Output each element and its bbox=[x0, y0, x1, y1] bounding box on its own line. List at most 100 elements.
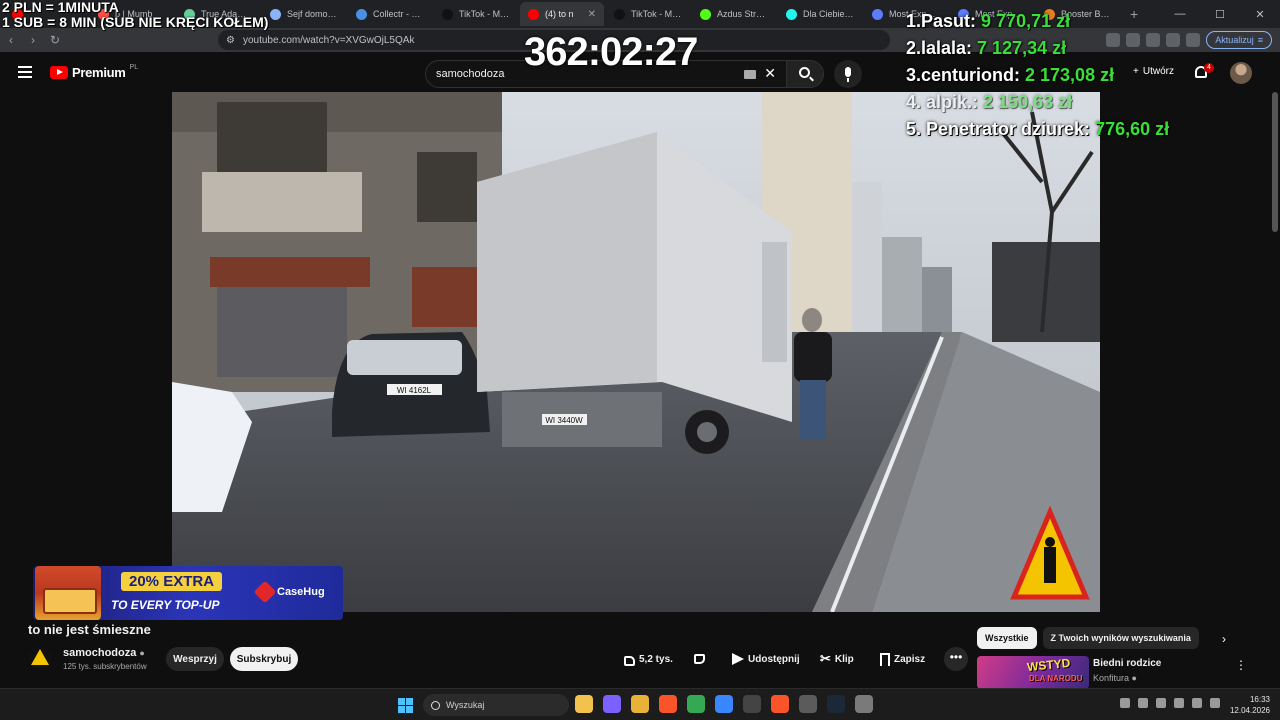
keyboard-icon[interactable] bbox=[744, 70, 756, 79]
copilot-icon[interactable] bbox=[603, 695, 621, 713]
microphone-icon bbox=[845, 67, 851, 82]
video-player[interactable]: WI 4162L WI 3440W bbox=[172, 92, 1100, 612]
browser-tab[interactable]: Azdus Stream bbox=[692, 2, 776, 26]
browser-tab[interactable]: Collectr - Track bbox=[348, 2, 432, 26]
video-frame-street-scene: WI 4162L WI 3440W bbox=[172, 92, 1100, 612]
tab-favicon-icon bbox=[872, 8, 883, 20]
subathon-timer: 362:02:27 bbox=[524, 30, 698, 74]
tab-title: (4) to n bbox=[545, 9, 574, 19]
screen: b | MumbTrue Adam ChaSejf domowy hCollec… bbox=[0, 0, 1280, 720]
donor-name: 5. Penetrator dziurek: bbox=[906, 119, 1096, 139]
thumbs-down-icon bbox=[694, 654, 705, 664]
chevron-right-icon[interactable]: › bbox=[1222, 632, 1226, 646]
windows-start-icon[interactable] bbox=[398, 698, 413, 713]
search-button[interactable] bbox=[786, 60, 824, 88]
browser-tab[interactable]: Sejf domowy h bbox=[262, 2, 346, 26]
donor-name: 2.lalala: bbox=[906, 38, 978, 58]
update-button[interactable]: Aktualizuj ≡ bbox=[1206, 31, 1272, 49]
dislike-button[interactable] bbox=[694, 647, 705, 671]
brave-alt-icon[interactable] bbox=[771, 695, 789, 713]
url-text: youtube.com/watch?v=XVGwOjL5QAk bbox=[242, 34, 415, 46]
like-button[interactable]: 5,2 tys. bbox=[624, 647, 673, 671]
channel-name[interactable]: samochodoza ● bbox=[63, 647, 145, 659]
voice-search-button[interactable] bbox=[834, 60, 862, 88]
store-icon[interactable] bbox=[715, 695, 733, 713]
folder-icon[interactable] bbox=[631, 695, 649, 713]
donor-name: 1.Pasut: bbox=[906, 11, 982, 31]
youtube-logo[interactable]: Premium PL bbox=[50, 64, 138, 80]
tray-app-icon[interactable] bbox=[1138, 698, 1148, 708]
taskbar-clock[interactable]: 16:33 12.04.2026 bbox=[1230, 694, 1270, 716]
donation-amount: 9 770,71 zł bbox=[981, 11, 1071, 31]
display-icon[interactable] bbox=[1192, 698, 1202, 708]
account-avatar[interactable] bbox=[1230, 62, 1252, 84]
more-options-icon[interactable]: ⋮ bbox=[1235, 658, 1247, 672]
recommendation-thumbnail[interactable]: WSTYD DLA NARODU bbox=[977, 656, 1089, 689]
save-button[interactable]: Zapisz bbox=[880, 647, 925, 671]
site-info-icon[interactable]: ⚙ bbox=[226, 35, 235, 46]
donation-amount: 776,60 zł bbox=[1095, 119, 1170, 139]
subscribe-button[interactable]: Subskrybuj bbox=[230, 647, 298, 671]
obs-icon[interactable] bbox=[743, 695, 761, 713]
back-icon[interactable]: ‹ bbox=[0, 33, 22, 47]
calculator-icon[interactable] bbox=[799, 695, 817, 713]
filter-chip[interactable]: Z Twoich wyników wyszukiwania bbox=[1042, 627, 1199, 649]
youtube-play-icon bbox=[50, 66, 68, 79]
subscriber-count: 125 tys. subskrybentów bbox=[63, 662, 147, 671]
tab-favicon-icon bbox=[270, 8, 281, 20]
close-window-icon[interactable]: ✕ bbox=[1240, 8, 1280, 21]
filter-chip[interactable]: Wszystkie bbox=[977, 627, 1037, 649]
tab-favicon-icon bbox=[614, 8, 625, 20]
search-icon bbox=[431, 700, 440, 710]
donation-amount: 7 127,34 zł bbox=[977, 38, 1067, 58]
scissors-icon: ✂ bbox=[820, 651, 831, 666]
tab-favicon-icon bbox=[356, 8, 367, 20]
recommendation-title[interactable]: Biedni rodzice bbox=[1093, 658, 1161, 669]
search-icon bbox=[799, 67, 810, 78]
maximize-icon[interactable]: ☐ bbox=[1200, 8, 1240, 21]
browser-tab[interactable]: Dla Ciebie wsz bbox=[778, 2, 862, 26]
channel-avatar[interactable] bbox=[28, 646, 52, 670]
steam-icon[interactable] bbox=[827, 695, 845, 713]
close-tab-icon[interactable]: ✕ bbox=[588, 9, 596, 20]
cloud-icon[interactable] bbox=[1156, 698, 1166, 708]
bookmark-icon bbox=[880, 652, 890, 666]
tab-title: TikTok - Make bbox=[459, 9, 510, 19]
tab-favicon-icon bbox=[442, 8, 453, 20]
share-button[interactable]: Udostępnij bbox=[732, 647, 800, 671]
donor-leaderboard: 1.Pasut: 9 770,71 zł 2.lalala: 7 127,34 z… bbox=[906, 8, 1169, 143]
brave-icon[interactable] bbox=[659, 695, 677, 713]
tab-favicon-icon bbox=[700, 8, 711, 20]
casehug-logo: CaseHug bbox=[253, 580, 325, 604]
support-button[interactable]: Wesprzyj bbox=[166, 647, 224, 671]
donation-amount: 2 150,63 zł bbox=[983, 92, 1073, 112]
volume-icon[interactable] bbox=[1210, 698, 1220, 708]
treasure-chest-icon bbox=[35, 566, 101, 620]
forward-icon[interactable]: › bbox=[22, 33, 44, 47]
browser-tab[interactable]: TikTok - Make bbox=[606, 2, 690, 26]
extension-icon[interactable] bbox=[1186, 33, 1201, 47]
tab-favicon-icon bbox=[528, 8, 539, 20]
taskbar-search-field[interactable]: Wyszukaj bbox=[423, 694, 569, 716]
window-controls: — ☐ ✕ bbox=[1160, 0, 1280, 28]
leaderboard-row: 4. alpik.: 2 150,63 zł bbox=[906, 89, 1169, 116]
browser-tab[interactable]: TikTok - Make bbox=[434, 2, 518, 26]
chrome-icon[interactable] bbox=[687, 695, 705, 713]
reload-icon[interactable]: ↻ bbox=[44, 33, 66, 47]
file-explorer-icon[interactable] bbox=[575, 695, 593, 713]
casehug-ad-banner[interactable]: 20% EXTRA TO EVERY TOP-UP CaseHug bbox=[33, 566, 343, 620]
recommendation-channel[interactable]: Konfitura ● bbox=[1093, 673, 1137, 683]
hamburger-menu-icon[interactable] bbox=[18, 66, 32, 78]
chevron-up-icon[interactable] bbox=[1120, 698, 1130, 708]
clip-button[interactable]: ✂ Klip bbox=[820, 647, 854, 671]
settings-icon[interactable] bbox=[855, 695, 873, 713]
clear-search-icon[interactable]: ✕ bbox=[764, 65, 776, 82]
microphone-icon[interactable] bbox=[1174, 698, 1184, 708]
tab-title: Collectr - Track bbox=[373, 9, 424, 19]
browser-tab[interactable]: (4) to n ✕ bbox=[520, 2, 604, 26]
page-scrollbar[interactable] bbox=[1272, 92, 1278, 232]
menu-icon: ≡ bbox=[1257, 35, 1263, 45]
donation-amount: 2 173,08 zł bbox=[1025, 65, 1115, 85]
more-actions-icon[interactable]: ••• bbox=[944, 647, 968, 671]
truck-license-plate: WI 3440W bbox=[545, 416, 583, 425]
